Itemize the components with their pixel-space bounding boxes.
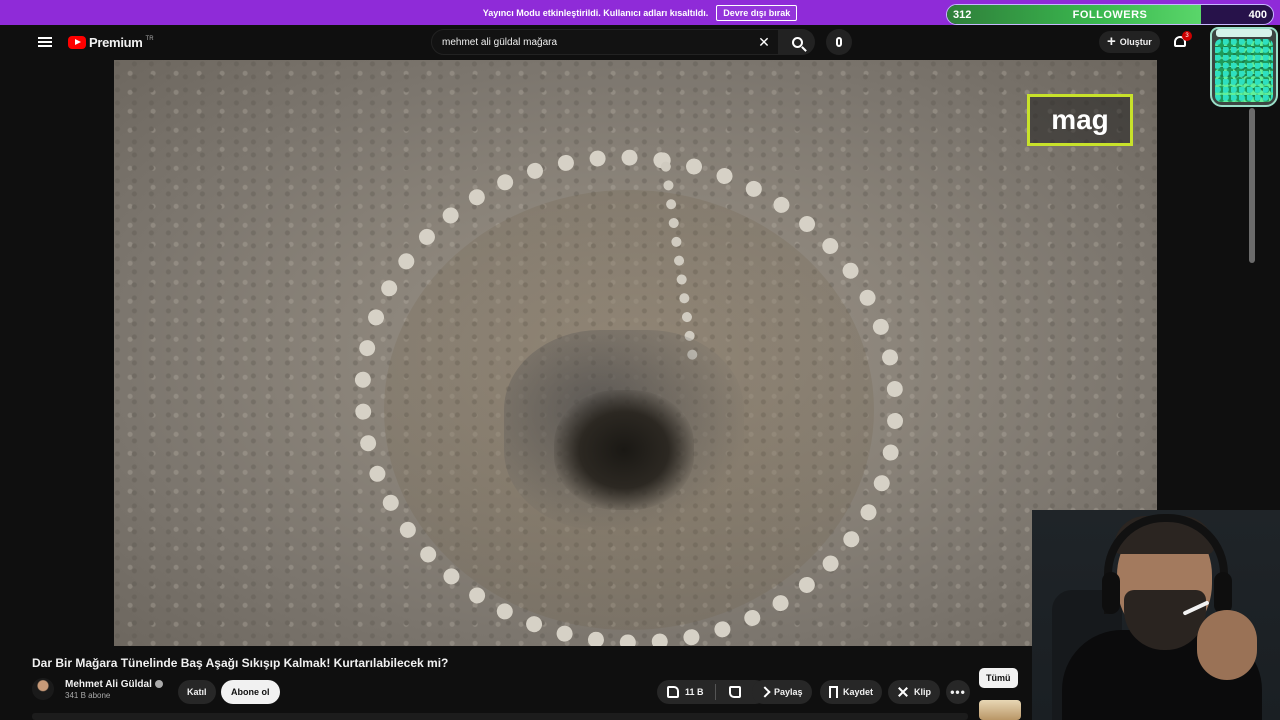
disable-streamer-mode-button[interactable]: Devre dışı bırak — [716, 4, 798, 21]
channel-info[interactable]: Mehmet Ali Güldal 341 B abone — [32, 678, 163, 700]
channel-text: Mehmet Ali Güldal 341 B abone — [65, 679, 163, 700]
followers-goal: 400 — [1248, 8, 1267, 21]
share-arrow-icon — [759, 686, 771, 698]
join-button[interactable]: Katıl — [178, 680, 216, 704]
like-button[interactable]: 11 B — [657, 680, 715, 704]
headset-right-ear — [1214, 572, 1232, 614]
verified-check-icon — [154, 680, 163, 688]
search-query: mehmet ali güldal mağara — [442, 36, 558, 48]
thumbs-down-icon — [729, 686, 741, 698]
subscriber-count: 341 B abone — [65, 690, 111, 700]
jar-beans — [1215, 39, 1273, 102]
channel-name-row[interactable]: Mehmet Ali Güldal — [65, 679, 163, 690]
banner-text: Yayıncı Modu etkinleştirildi. Kullanıcı … — [482, 7, 709, 18]
search-input[interactable]: mehmet ali güldal mağara — [431, 29, 779, 55]
video-player[interactable]: mag — [114, 60, 1157, 646]
hamburger-menu-icon[interactable] — [38, 37, 52, 47]
followers-goal-bar: 312 FOLLOWERS 400 — [946, 4, 1274, 25]
clip-label: Klip — [914, 687, 931, 697]
create-label: Oluştur — [1119, 37, 1152, 47]
notifications-button[interactable]: 3 — [1172, 31, 1192, 50]
voice-search-button[interactable] — [826, 29, 852, 55]
like-divider — [715, 684, 716, 700]
logo-region: TR — [145, 35, 154, 42]
like-count: 11 B — [685, 687, 704, 697]
subscribe-button[interactable]: Abone ol — [221, 680, 280, 704]
share-button[interactable]: Paylaş — [752, 680, 812, 704]
scissors-icon — [897, 686, 909, 698]
jar-neck — [1216, 29, 1272, 37]
top-header: Premium TR mehmet ali güldal mağara ✕ + … — [0, 25, 1205, 60]
channel-name: Mehmet Ali Güldal — [65, 678, 152, 690]
plus-icon: + — [1107, 33, 1116, 50]
youtube-premium-logo[interactable]: Premium TR — [68, 35, 154, 50]
video-title: Dar Bir Mağara Tünelinde Baş Aşağı Sıkış… — [32, 656, 449, 670]
create-button[interactable]: + Oluştur — [1099, 31, 1160, 53]
description-box-edge — [32, 713, 968, 720]
youtube-play-icon — [68, 36, 86, 49]
clip-button[interactable]: Klip — [888, 680, 940, 704]
chip-all[interactable]: Tümü — [979, 668, 1018, 688]
video-text-overlay: mag — [1027, 94, 1133, 146]
dislike-button[interactable] — [720, 680, 750, 704]
search-icon — [791, 36, 803, 48]
share-label: Paylaş — [774, 687, 803, 697]
save-button[interactable]: Kaydet — [820, 680, 883, 704]
thumbs-up-icon — [667, 686, 679, 698]
logo-text: Premium — [89, 35, 143, 50]
clear-search-icon[interactable]: ✕ — [755, 34, 773, 50]
page-scrollbar[interactable] — [1249, 108, 1255, 263]
headset-left-ear — [1102, 572, 1120, 614]
channel-avatar[interactable] — [32, 678, 54, 700]
more-actions-button[interactable]: ••• — [946, 680, 970, 704]
microphone-icon — [836, 37, 842, 47]
webcam-person-hand — [1197, 610, 1257, 680]
followers-label: FOLLOWERS — [1072, 8, 1148, 21]
streamer-webcam — [1032, 510, 1280, 720]
recommended-thumbnail[interactable] — [979, 700, 1021, 720]
video-cave-entrance — [554, 390, 694, 510]
notifications-badge: 3 — [1182, 31, 1192, 41]
app-root: Yayıncı Modu etkinleştirildi. Kullanıcı … — [0, 0, 1280, 720]
bookmark-icon — [829, 686, 838, 698]
search-button[interactable] — [779, 29, 815, 55]
save-label: Kaydet — [843, 687, 874, 697]
headset-icon — [1104, 514, 1228, 614]
bean-jar-overlay — [1210, 27, 1278, 107]
